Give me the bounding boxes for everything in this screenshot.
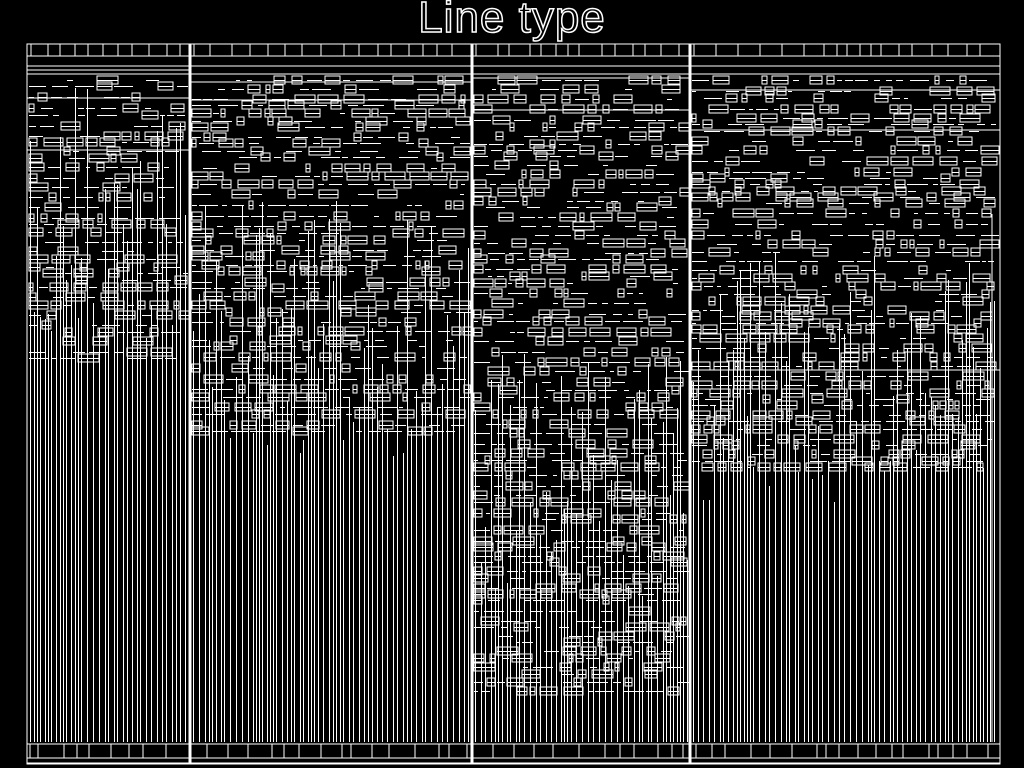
canvas: Line type (0, 0, 1024, 768)
line-art-figure (26, 43, 1001, 765)
page-title: Line type (417, 0, 606, 43)
